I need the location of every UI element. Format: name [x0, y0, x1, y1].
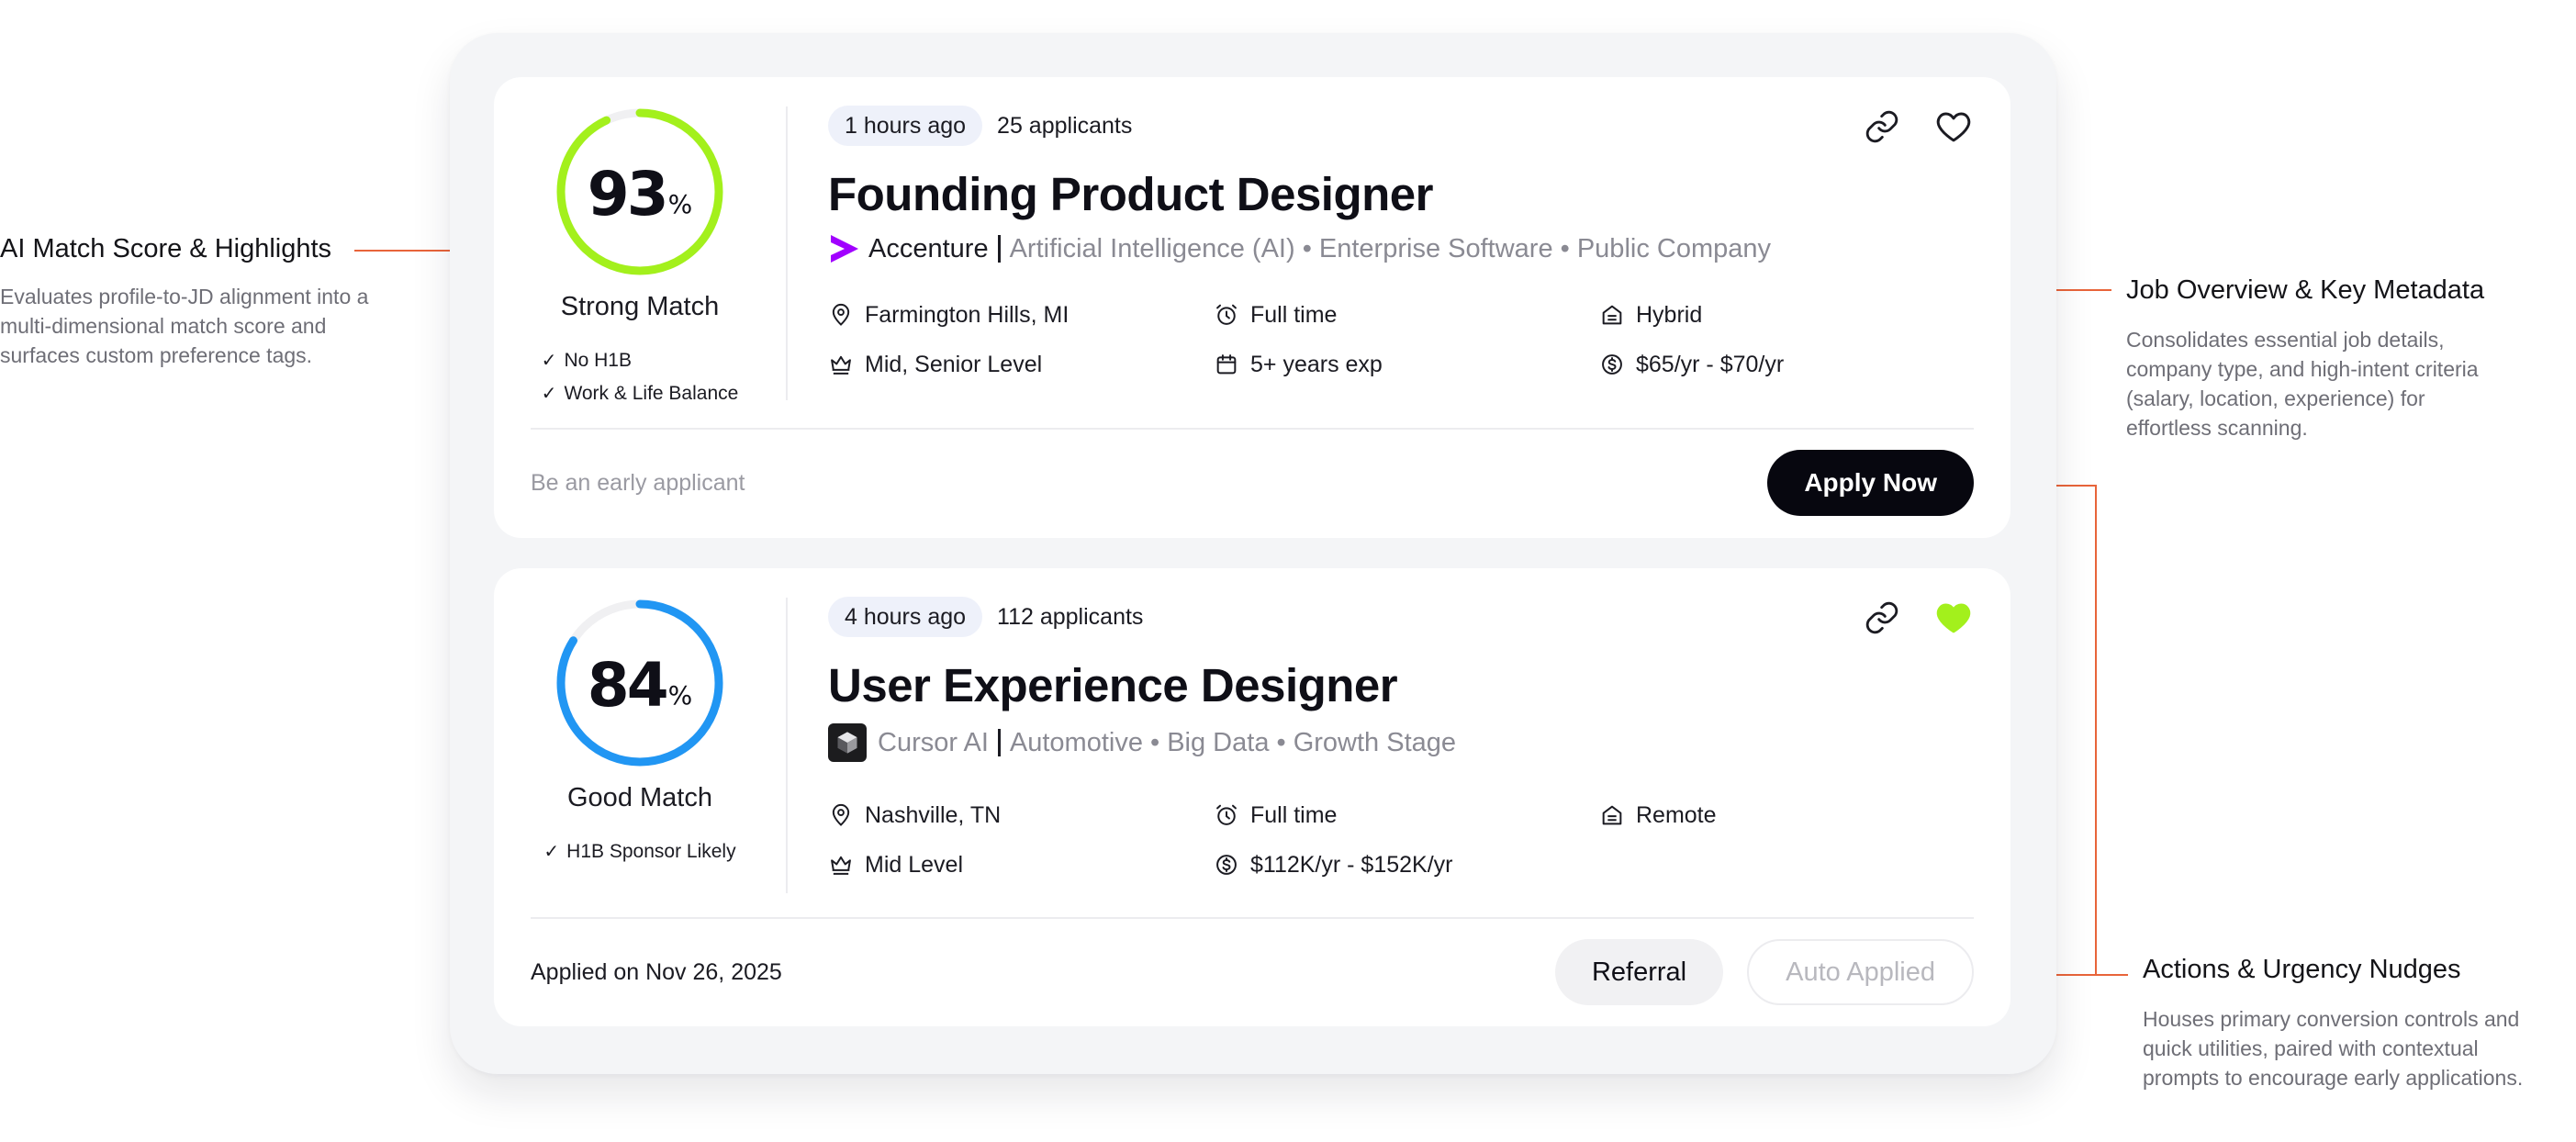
vertical-divider [786, 106, 788, 400]
match-score-value: 84% [587, 649, 693, 721]
horizontal-divider [531, 428, 1974, 430]
job-card[interactable]: 84% Good Match ✓ H1B Sponsor Likely 4 hou… [494, 568, 2010, 1026]
check-icon: ✓ [541, 351, 557, 371]
check-icon: ✓ [541, 384, 557, 404]
crown-icon [831, 355, 851, 375]
detail-workplace: Hybrid [1599, 300, 1948, 330]
dollar-coin-icon [1602, 354, 1622, 375]
detail-level: Mid Level [828, 850, 1214, 879]
annotation-actions-description: Houses primary conversion controls and q… [2143, 1007, 2524, 1090]
match-score-section: 93% Strong Match ✓ No H1B ✓ Work & Life Ba… [494, 105, 786, 410]
match-label: Good Match [567, 783, 712, 812]
separator [997, 235, 1001, 263]
match-score-ring: 84% [553, 596, 727, 770]
detail-location: Farmington Hills, MI [828, 300, 1214, 330]
company-row: Cursor AI Automotive • Big Data • Growth… [828, 723, 1974, 762]
calendar-icon [1216, 354, 1237, 375]
match-score-section: 84% Good Match ✓ H1B Sponsor Likely [494, 596, 786, 868]
match-label: Strong Match [560, 292, 720, 321]
company-name[interactable]: Accenture [868, 234, 989, 264]
quick-actions [1862, 598, 1974, 638]
save-heart-icon[interactable] [1933, 106, 1974, 147]
auto-applied-button[interactable]: Auto Applied [1747, 939, 1974, 1005]
annotation-overview-description: Consolidates essential job details, comp… [2126, 328, 2479, 440]
copy-link-icon[interactable] [1862, 106, 1902, 147]
company-meta: Artificial Intelligence (AI) • Enterpris… [1009, 233, 1771, 263]
crown-icon [831, 856, 851, 875]
referral-button[interactable]: Referral [1554, 939, 1724, 1005]
job-details-grid: Nashville, TN Full time Remote Mid Level… [828, 801, 1974, 879]
check-icon: ✓ [543, 842, 560, 862]
detail-salary: $65/yr - $70/yr [1599, 350, 1948, 379]
card-footer: Be an early applicant Apply Now [531, 450, 1974, 516]
vertical-divider [786, 598, 788, 893]
preference-tags: ✓ H1B Sponsor Likely [543, 835, 735, 868]
card-footer: Applied on Nov 26, 2025 Referral Auto Ap… [531, 939, 1974, 1005]
company-meta: Automotive • Big Data • Growth Stage [1009, 727, 1457, 757]
alarm-clock-icon [1216, 804, 1237, 825]
annotation-actions-title: Actions & Urgency Nudges [2143, 955, 2461, 984]
applicant-count: 112 applicants [997, 603, 1144, 630]
preference-tag: ✓ No H1B [542, 344, 739, 377]
match-score-value: 93% [587, 158, 693, 230]
job-card[interactable]: 93% Strong Match ✓ No H1B ✓ Work & Life Ba… [494, 77, 2010, 538]
annotation-match-title: AI Match Score & Highlights [0, 234, 332, 263]
posting-meta: 4 hours ago 112 applicants [828, 596, 1974, 638]
posted-time-badge: 4 hours ago [828, 597, 983, 637]
preference-tag: ✓ H1B Sponsor Likely [543, 835, 735, 868]
apply-now-button[interactable]: Apply Now [1767, 450, 1974, 516]
applied-date: Applied on Nov 26, 2025 [531, 958, 782, 985]
alarm-clock-icon [1216, 304, 1237, 325]
preference-tag: ✓ Work & Life Balance [542, 377, 739, 410]
accenture-logo-icon [831, 235, 858, 263]
job-info-section: 1 hours ago 25 applicants Founding Produ… [828, 105, 1974, 379]
annotation-actions-connector-vertical [2095, 485, 2097, 975]
posting-meta: 1 hours ago 25 applicants [828, 105, 1974, 147]
dollar-coin-icon [1216, 855, 1237, 875]
annotation-match-description: Evaluates profile-to-JD alignment into a… [0, 285, 369, 367]
preference-tags: ✓ No H1B ✓ Work & Life Balance [542, 344, 739, 410]
urgency-nudge: Be an early applicant [531, 469, 745, 496]
building-icon [1602, 305, 1622, 325]
job-info-section: 4 hours ago 112 applicants User Experien… [828, 596, 1974, 879]
building-icon [1602, 805, 1622, 825]
job-title[interactable]: Founding Product Designer [828, 167, 1974, 221]
applicant-count: 25 applicants [997, 112, 1133, 139]
job-details-grid: Farmington Hills, MI Full time Hybrid Mi… [828, 300, 1974, 379]
detail-job-type: Full time [1214, 300, 1599, 330]
job-title[interactable]: User Experience Designer [828, 658, 1974, 712]
annotation-overview-title: Job Overview & Key Metadata [2126, 275, 2485, 305]
company-name[interactable]: Cursor AI [878, 728, 989, 758]
separator [997, 729, 1001, 756]
match-score-ring: 93% [553, 105, 727, 279]
horizontal-divider [531, 917, 1974, 919]
detail-salary: $112K/yr - $152K/yr [1214, 850, 1599, 879]
detail-location: Nashville, TN [828, 801, 1214, 830]
detail-job-type: Full time [1214, 801, 1599, 830]
quick-actions [1862, 106, 1974, 147]
detail-workplace: Remote [1599, 801, 1948, 830]
detail-experience: 5+ years exp [1214, 350, 1599, 379]
location-pin-icon [832, 804, 850, 826]
footer-actions: Referral Auto Applied [1554, 939, 1974, 1005]
detail-level: Mid, Senior Level [828, 350, 1214, 379]
posted-time-badge: 1 hours ago [828, 106, 983, 146]
company-row: Accenture Artificial Intelligence (AI) •… [828, 232, 1974, 265]
cursor-logo-icon [828, 723, 867, 762]
location-pin-icon [832, 304, 850, 326]
copy-link-icon[interactable] [1862, 598, 1902, 638]
saved-heart-icon[interactable] [1933, 598, 1974, 638]
